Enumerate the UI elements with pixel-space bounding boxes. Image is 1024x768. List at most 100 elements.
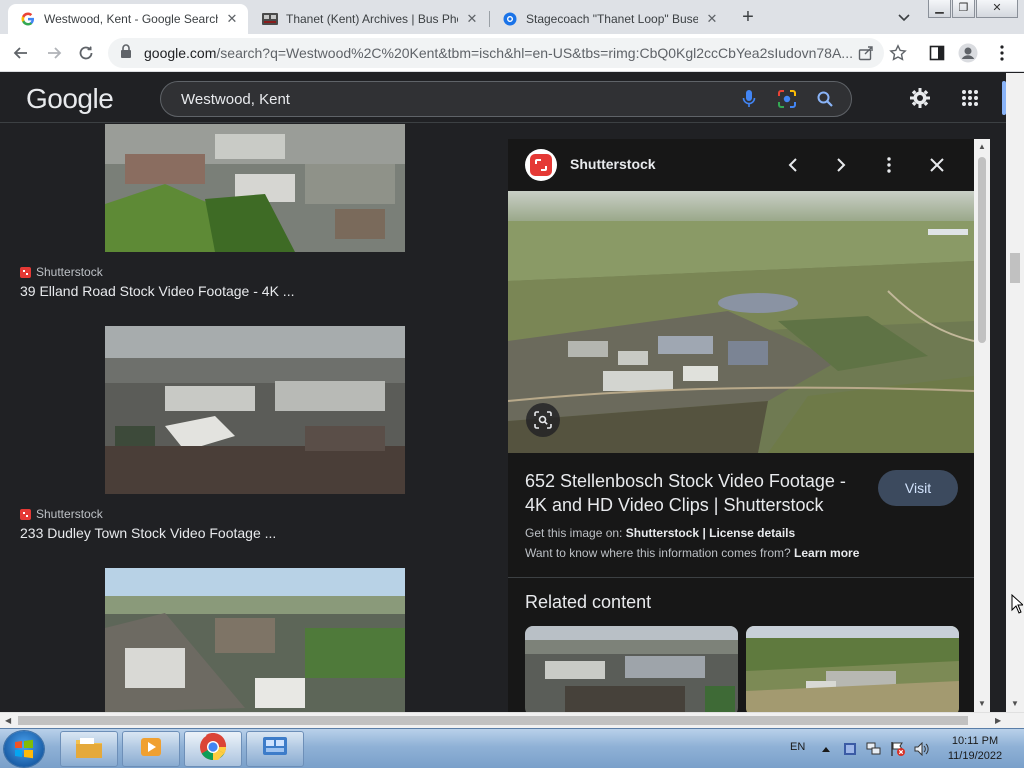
control-panel-icon: [262, 735, 288, 764]
search-icon[interactable]: [813, 87, 837, 111]
action-center-flag-icon[interactable]: [890, 741, 906, 757]
windows-taskbar: EN 10:11 PM 11/19/2022: [0, 728, 1024, 768]
tab-strip: Westwood, Kent - Google Search ✕ Thanet …: [0, 0, 1024, 34]
visit-button[interactable]: Visit: [878, 470, 958, 506]
google-apps-grid-icon[interactable]: [958, 86, 982, 110]
next-image-chevron-icon[interactable]: [829, 153, 853, 177]
result-thumbnail[interactable]: [105, 326, 405, 494]
tray-app-icon[interactable]: [842, 741, 858, 757]
panel-header: Shutterstock: [508, 139, 974, 191]
scroll-down-arrow-icon[interactable]: ▼: [978, 699, 986, 708]
preview-image[interactable]: [508, 191, 974, 453]
tab-title: Stagecoach "Thanet Loop" Buses: [526, 12, 698, 26]
more-menu-icon[interactable]: [992, 43, 1012, 63]
get-image-info: Get this image on: Shutterstock | Licens…: [525, 526, 795, 540]
start-button[interactable]: [4, 731, 44, 767]
mouse-cursor-icon: [1011, 593, 1024, 614]
panel-scroll-thumb[interactable]: [978, 157, 986, 343]
network-icon[interactable]: [866, 741, 882, 757]
panel-image-title[interactable]: 652 Stellenbosch Stock Video Footage - 4…: [525, 469, 865, 517]
clock-date: 11/19/2022: [947, 750, 1003, 762]
page-scroll-thumb[interactable]: [1010, 253, 1020, 283]
taskbar-chrome[interactable]: [184, 731, 242, 767]
panel-source-name[interactable]: Shutterstock: [570, 156, 656, 172]
bus-photo-site-icon: [262, 11, 278, 27]
side-panel-icon[interactable]: [927, 43, 947, 63]
settings-gear-icon[interactable]: [908, 86, 932, 110]
volume-speaker-icon[interactable]: [914, 741, 930, 757]
lock-icon[interactable]: [120, 43, 134, 63]
result-source-label: Shutterstock: [36, 507, 103, 521]
horizontal-scrollbar[interactable]: ◀ ▶: [0, 712, 1024, 728]
result-source[interactable]: Shutterstock: [20, 265, 103, 279]
reload-button[interactable]: [74, 41, 98, 65]
url-path: /search?q=Westwood%2C%20Kent&tbm=isch&hl…: [216, 45, 853, 61]
google-lens-icon[interactable]: [775, 87, 799, 111]
want-to-know-text: Want to know where this information come…: [525, 546, 791, 560]
show-hidden-icons-arrow-icon[interactable]: [818, 741, 834, 757]
tab-google-search[interactable]: Westwood, Kent - Google Search ✕: [8, 4, 248, 34]
scroll-down-arrow-icon[interactable]: ▼: [1011, 699, 1019, 708]
url-text: google.com/search?q=Westwood%2C%20Kent&t…: [144, 45, 884, 61]
result-title[interactable]: 233 Dudley Town Stock Video Footage ...: [20, 525, 276, 541]
search-box[interactable]: Westwood, Kent: [160, 81, 852, 117]
result-thumbnail[interactable]: [105, 124, 405, 252]
result-title[interactable]: 39 Elland Road Stock Video Footage - 4K …: [20, 283, 294, 299]
close-tab-icon[interactable]: ✕: [464, 11, 480, 27]
url-host: google.com: [144, 45, 217, 61]
page-scrollbar[interactable]: ▼: [1006, 73, 1024, 712]
image-results: Shutterstock 39 Elland Road Stock Video …: [0, 124, 508, 712]
bookmark-star-icon[interactable]: [888, 43, 908, 63]
taskbar-control-panel[interactable]: [246, 731, 304, 767]
get-image-source-link[interactable]: Shutterstock: [626, 526, 699, 540]
close-tab-icon[interactable]: ✕: [704, 11, 720, 27]
system-clock[interactable]: 10:11 PM 11/19/2022: [940, 734, 1010, 764]
close-tab-icon[interactable]: ✕: [224, 11, 240, 27]
close-panel-icon[interactable]: [925, 153, 949, 177]
scroll-left-arrow-icon[interactable]: ◀: [5, 716, 11, 725]
google-header: Google Westwood, Kent: [0, 73, 1024, 123]
more-options-icon[interactable]: [877, 153, 901, 177]
scroll-up-arrow-icon[interactable]: ▲: [978, 142, 986, 151]
tab-title: Thanet (Kent) Archives | Bus Phot: [286, 12, 458, 26]
voice-search-mic-icon[interactable]: [737, 87, 761, 111]
google-logo[interactable]: Google: [26, 83, 114, 115]
panel-scrollbar[interactable]: ▲ ▼: [974, 139, 990, 712]
related-thumbnail[interactable]: [746, 626, 959, 712]
address-bar[interactable]: google.com/search?q=Westwood%2C%20Kent&t…: [108, 38, 884, 68]
forward-button[interactable]: [42, 41, 66, 65]
license-details-link[interactable]: License details: [709, 526, 795, 540]
scroll-right-arrow-icon[interactable]: ▶: [995, 716, 1001, 725]
share-icon[interactable]: [856, 43, 876, 63]
result-source-label: Shutterstock: [36, 265, 103, 279]
profile-avatar-icon[interactable]: [958, 43, 978, 63]
taskbar-file-explorer[interactable]: [60, 731, 118, 767]
separator: |: [702, 526, 706, 540]
tab-title: Westwood, Kent - Google Search: [44, 12, 218, 26]
tab-search-chevron-icon[interactable]: [896, 9, 912, 25]
previous-image-chevron-icon[interactable]: [781, 153, 805, 177]
browser-toolbar: google.com/search?q=Westwood%2C%20Kent&t…: [0, 34, 1024, 72]
tab-stagecoach[interactable]: Stagecoach "Thanet Loop" Buses ✕: [490, 4, 728, 34]
stagecoach-icon: [502, 11, 518, 27]
tab-thanet-archives[interactable]: Thanet (Kent) Archives | Bus Phot ✕: [250, 4, 488, 34]
language-indicator[interactable]: EN: [790, 741, 805, 753]
taskbar-media-player[interactable]: [122, 731, 180, 767]
result-source[interactable]: Shutterstock: [20, 507, 103, 521]
shutterstock-logo-icon[interactable]: [525, 149, 557, 181]
minimize-button[interactable]: ▁: [928, 0, 951, 18]
close-window-button[interactable]: ✕: [976, 0, 1018, 18]
visual-search-lens-icon[interactable]: [526, 403, 560, 437]
result-thumbnail[interactable]: [105, 568, 405, 712]
new-tab-button[interactable]: +: [737, 7, 759, 29]
divider: [508, 577, 974, 578]
related-thumbnail[interactable]: [525, 626, 738, 712]
get-image-prefix: Get this image on:: [525, 526, 623, 540]
horizontal-scroll-thumb[interactable]: [18, 716, 968, 725]
shutterstock-icon: [20, 266, 31, 278]
shutterstock-icon: [20, 508, 31, 520]
search-input[interactable]: Westwood, Kent: [181, 91, 737, 108]
back-button[interactable]: [9, 41, 33, 65]
learn-more-link[interactable]: Learn more: [794, 546, 859, 560]
restore-button[interactable]: ❐: [952, 0, 975, 18]
